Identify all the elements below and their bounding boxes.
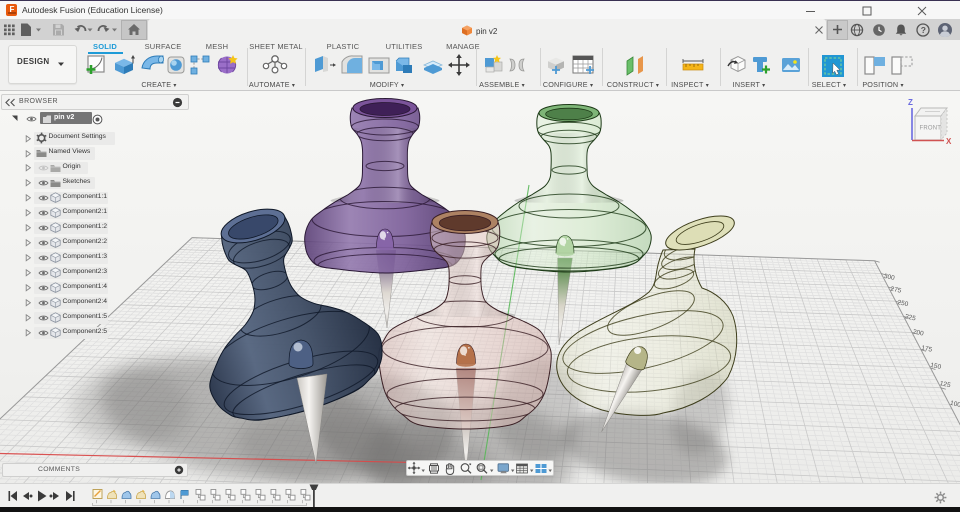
svg-text:FRONT: FRONT [920, 126, 942, 132]
svg-text:X: X [946, 137, 952, 146]
svg-text:Z: Z [908, 98, 913, 107]
svg-text:?: ? [921, 25, 926, 35]
